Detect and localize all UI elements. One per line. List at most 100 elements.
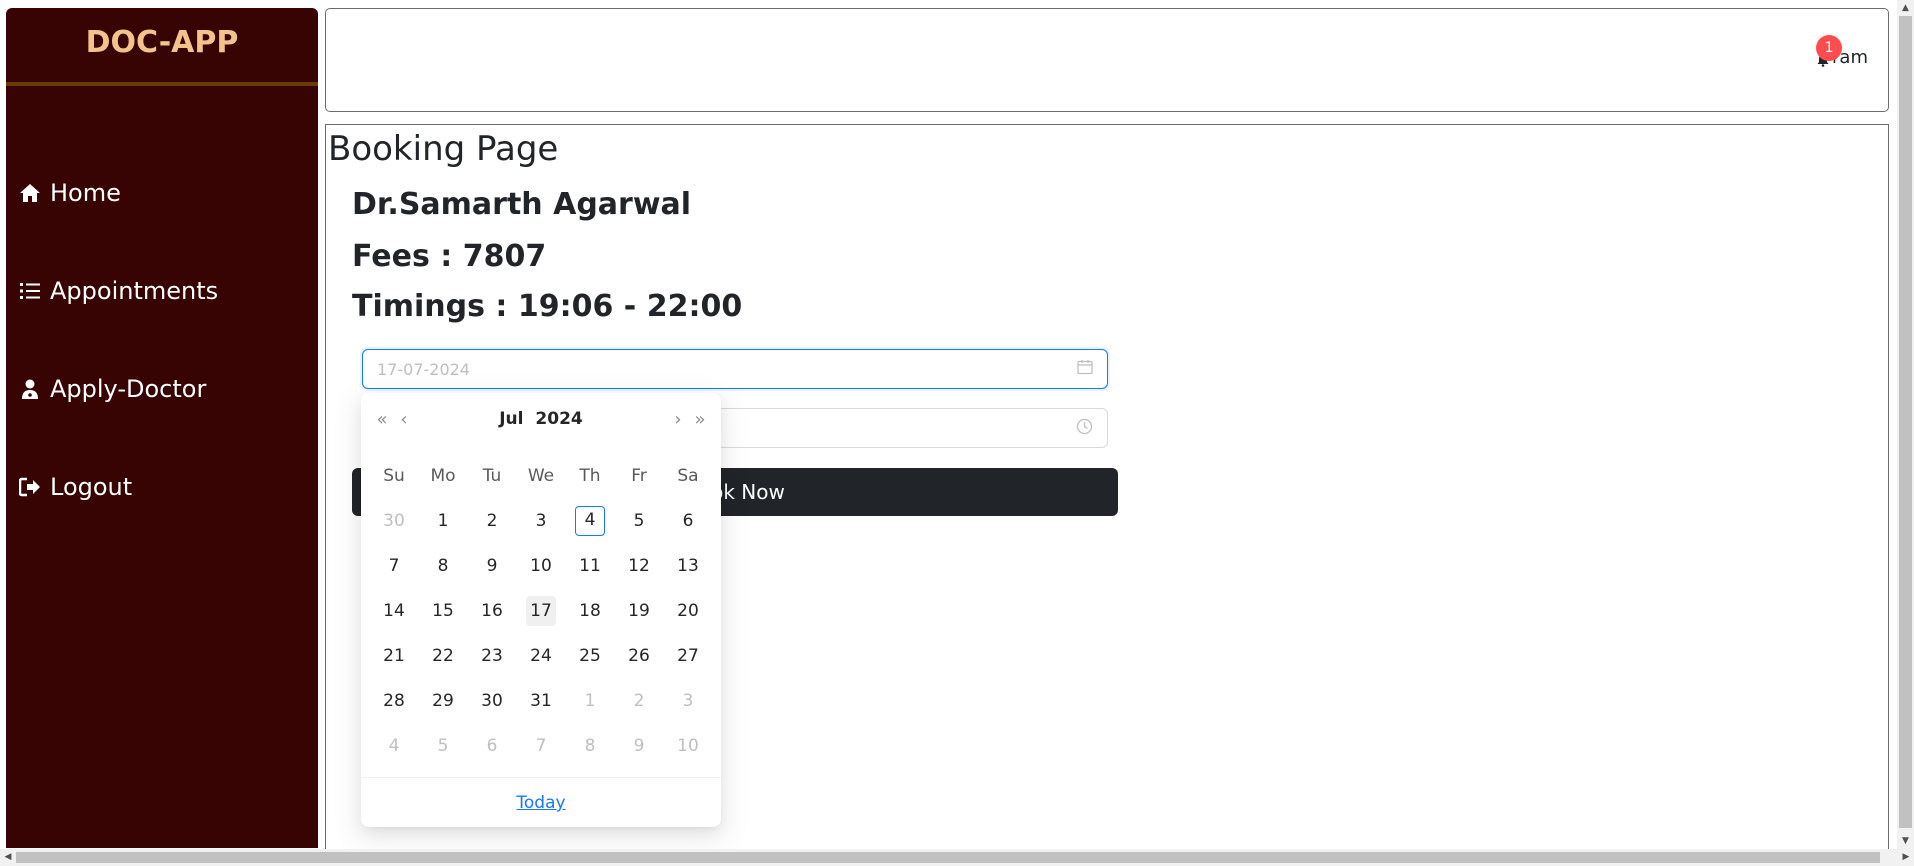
calendar-day-cell[interactable]: 8: [428, 551, 458, 581]
weekday-header-row: Su Mo Tu We Th Fr Sa: [379, 453, 703, 498]
calendar-day-cell[interactable]: 18: [575, 596, 605, 626]
top-header: 1 ram: [325, 8, 1889, 112]
calendar-title: Jul 2024: [415, 409, 667, 429]
calendar-day-cell[interactable]: 4: [379, 731, 409, 761]
calendar-icon[interactable]: [1077, 359, 1093, 379]
prev-month-icon[interactable]: ‹: [393, 409, 415, 430]
weekday-label: We: [527, 465, 555, 486]
doctor-fees: Fees : 7807: [352, 239, 547, 274]
horizontal-scrollbar[interactable]: ◀ ▶: [0, 849, 1914, 866]
calendar-day-cell[interactable]: 27: [673, 641, 703, 671]
vertical-scrollbar[interactable]: ▲ ▼: [1897, 0, 1914, 849]
calendar-day-cell[interactable]: 19: [624, 596, 654, 626]
sidebar-item-label: Logout: [50, 473, 133, 501]
scroll-up-icon[interactable]: ▲: [1897, 0, 1914, 16]
calendar-day-cell[interactable]: 22: [428, 641, 458, 671]
calendar-day-cell[interactable]: 26: [624, 641, 654, 671]
doctor-timings: Timings : 19:06 - 22:00: [352, 289, 743, 324]
sidebar-item-apply-doctor[interactable]: Apply-Doctor: [6, 369, 318, 409]
calendar-week-row: 14 15 16 17 18 19 20: [379, 588, 703, 633]
calendar-week-row: 30 1 2 3 4 5 6: [379, 498, 703, 543]
doctor-name: Dr.Samarth Agarwal: [352, 187, 692, 222]
calendar-day-cell[interactable]: 10: [673, 731, 703, 761]
date-value[interactable]: 17-07-2024: [377, 360, 470, 379]
calendar-day-cell[interactable]: 13: [673, 551, 703, 581]
sidebar-item-label: Apply-Doctor: [50, 375, 207, 403]
calendar-day-cell[interactable]: 14: [379, 596, 409, 626]
calendar-day-cell[interactable]: 31: [526, 686, 556, 716]
sidebar-item-label: Home: [50, 179, 121, 207]
calendar-month[interactable]: Jul: [499, 409, 523, 429]
vertical-scroll-thumb[interactable]: [1899, 16, 1912, 828]
calendar-day-cell[interactable]: 6: [477, 731, 507, 761]
calendar-day-cell[interactable]: 3: [526, 506, 556, 536]
sidebar-item-logout[interactable]: Logout: [6, 467, 318, 507]
calendar-week-row: 7 8 9 10 11 12 13: [379, 543, 703, 588]
calendar-day-cell[interactable]: 2: [477, 506, 507, 536]
notification-badge[interactable]: 1: [1816, 35, 1843, 61]
calendar-day-cell[interactable]: 5: [428, 731, 458, 761]
weekday-label: Sa: [677, 465, 699, 486]
page-title: Booking Page: [328, 129, 559, 169]
calendar-year[interactable]: 2024: [535, 409, 582, 429]
calendar-day-cell[interactable]: 1: [428, 506, 458, 536]
calendar-day-cell[interactable]: 9: [624, 731, 654, 761]
calendar-day-cell[interactable]: 30: [379, 506, 409, 536]
today-link[interactable]: Today: [516, 793, 565, 813]
logout-icon: [18, 475, 42, 499]
calendar-day-cell[interactable]: 28: [379, 686, 409, 716]
calendar-week-row: 21 22 23 24 25 26 27: [379, 633, 703, 678]
scroll-right-icon[interactable]: ▶: [1898, 849, 1914, 866]
calendar-day-cell[interactable]: 11: [575, 551, 605, 581]
sidebar-menu: Home Appointments Apply-Doctor Logout: [6, 173, 318, 565]
calendar-day-cell[interactable]: 4: [575, 505, 605, 536]
calendar-day-cell[interactable]: 15: [428, 596, 458, 626]
weekday-label: Su: [383, 465, 405, 486]
list-icon: [18, 279, 42, 303]
calendar-header: « ‹ Jul 2024 › »: [361, 393, 721, 445]
date-picker-input[interactable]: 17-07-2024: [362, 349, 1108, 389]
calendar-day-cell[interactable]: 3: [673, 686, 703, 716]
calendar-day-cell[interactable]: 10: [526, 551, 556, 581]
notification-area[interactable]: 1 ram: [1816, 35, 1868, 68]
scroll-left-icon[interactable]: ◀: [0, 849, 16, 866]
calendar-day-cell[interactable]: 8: [575, 731, 605, 761]
user-doctor-icon: [18, 377, 42, 401]
scroll-down-icon[interactable]: ▼: [1897, 833, 1914, 849]
clock-icon[interactable]: [1076, 418, 1093, 439]
home-icon: [18, 181, 42, 205]
calendar-day-cell[interactable]: 9: [477, 551, 507, 581]
prev-year-icon[interactable]: «: [371, 409, 393, 430]
calendar-day-cell[interactable]: 7: [379, 551, 409, 581]
calendar-day-cell[interactable]: 5: [624, 506, 654, 536]
calendar-day-cell[interactable]: 23: [477, 641, 507, 671]
calendar-day-cell[interactable]: 29: [428, 686, 458, 716]
next-year-icon[interactable]: »: [689, 409, 711, 430]
calendar-dropdown: « ‹ Jul 2024 › » Su Mo Tu We Th Fr Sa 30 1 2 3 4 5 6 7…: [361, 393, 721, 827]
calendar-week-row: 4 5 6 7 8 9 10: [379, 723, 703, 768]
calendar-footer: Today: [361, 777, 721, 827]
next-month-icon[interactable]: ›: [667, 409, 689, 430]
calendar-day-cell[interactable]: 30: [477, 686, 507, 716]
sidebar-item-home[interactable]: Home: [6, 173, 318, 213]
calendar-day-cell[interactable]: 21: [379, 641, 409, 671]
calendar-day-cell[interactable]: 24: [526, 641, 556, 671]
weekday-label: Fr: [631, 465, 647, 486]
calendar-day-cell[interactable]: 20: [673, 596, 703, 626]
calendar-day-cell[interactable]: 25: [575, 641, 605, 671]
calendar-day-cell[interactable]: 17: [526, 595, 556, 626]
sidebar-item-appointments[interactable]: Appointments: [6, 271, 318, 311]
sidebar: DOC-APP Home Appointments Apply-Doctor L…: [6, 8, 318, 848]
calendar-day-cell[interactable]: 16: [477, 596, 507, 626]
calendar-grid: Su Mo Tu We Th Fr Sa 30 1 2 3 4 5 6 7 8 9 10 11 12 13 14 15 16 1…: [361, 445, 721, 768]
sidebar-item-label: Appointments: [50, 277, 219, 305]
weekday-label: Mo: [430, 465, 456, 486]
calendar-day-cell[interactable]: 12: [624, 551, 654, 581]
weekday-label: Th: [579, 465, 601, 486]
calendar-week-row: 28 29 30 31 1 2 3: [379, 678, 703, 723]
horizontal-scroll-thumb[interactable]: [16, 852, 1880, 863]
calendar-day-cell[interactable]: 2: [624, 686, 654, 716]
calendar-day-cell[interactable]: 1: [575, 686, 605, 716]
calendar-day-cell[interactable]: 7: [526, 731, 556, 761]
calendar-day-cell[interactable]: 6: [673, 506, 703, 536]
